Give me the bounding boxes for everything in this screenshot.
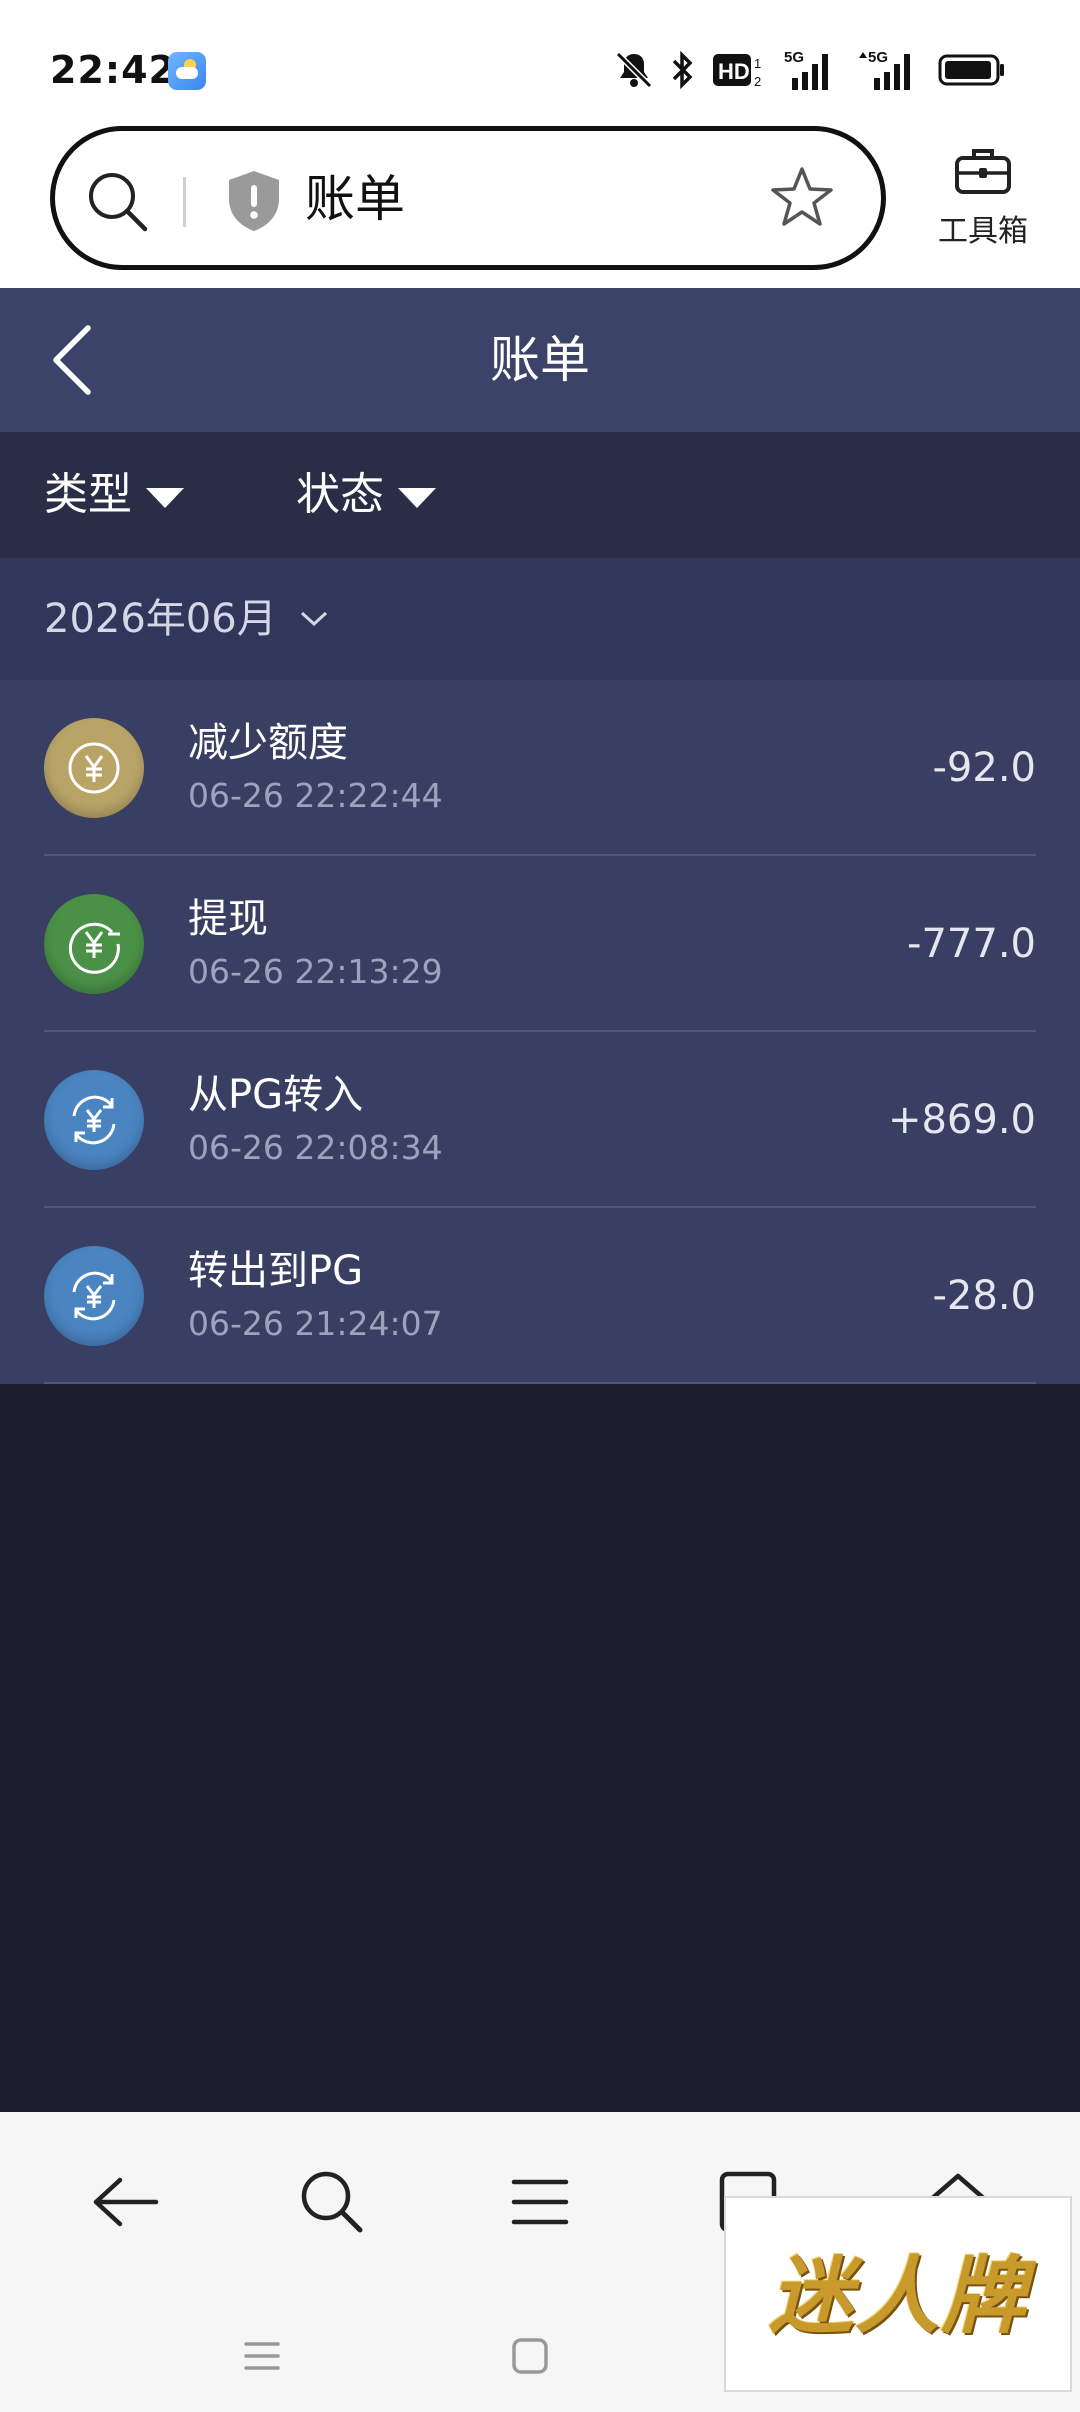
status-bar: 22:42 HD 1 2 5G 5G [0, 0, 1080, 126]
app-header: 账单 [0, 288, 1080, 432]
transaction-row[interactable]: 提现 06-26 22:13:29 -777.0 [0, 856, 1080, 1032]
transaction-row[interactable]: 减少额度 06-26 22:22:44 -92.0 [0, 680, 1080, 856]
yuan-icon [44, 718, 144, 818]
withdraw-icon [44, 894, 144, 994]
svg-text:2: 2 [754, 74, 761, 89]
url-field[interactable]: 账单 [50, 126, 886, 270]
watermark-logo: 迷人牌 [724, 2196, 1072, 2392]
status-icons: HD 1 2 5G 5G [614, 48, 1006, 92]
hd-icon: HD 1 2 [713, 54, 761, 89]
bluetooth-icon [672, 50, 693, 90]
transaction-title: 提现 [188, 896, 268, 942]
transaction-row[interactable]: 从PG转入 06-26 22:08:34 +869.0 [0, 1032, 1080, 1208]
url-text: 账单 [305, 170, 405, 228]
transaction-time: 06-26 22:22:44 [188, 776, 443, 815]
transaction-amount: +869.0 [887, 1097, 1036, 1143]
status-filter[interactable]: 状态 [296, 432, 436, 558]
caret-down-icon [398, 488, 436, 508]
svg-text:5G: 5G [784, 49, 804, 66]
weather-icon [168, 52, 206, 90]
transaction-amount: -92.0 [932, 745, 1037, 791]
system-home-icon[interactable] [508, 2334, 552, 2378]
system-menu-icon[interactable] [240, 2334, 284, 2378]
month-label: 2026年06月 [44, 596, 277, 642]
url-separator [183, 177, 186, 227]
svg-text:1: 1 [754, 56, 761, 71]
transaction-time: 06-26 21:24:07 [188, 1304, 443, 1343]
transaction-title: 转出到PG [188, 1248, 364, 1294]
shield-warning-icon[interactable] [225, 169, 283, 233]
transfer-icon [44, 1070, 144, 1170]
transaction-row[interactable]: 转出到PG 06-26 21:24:07 -28.0 [0, 1208, 1080, 1384]
menu-icon[interactable] [500, 2162, 580, 2242]
search-icon[interactable] [292, 2162, 372, 2242]
back-button[interactable] [48, 322, 108, 398]
toolbox-icon [955, 149, 1011, 194]
transaction-amount: -777.0 [907, 921, 1036, 967]
caret-down-icon [146, 488, 184, 508]
chevron-down-icon [300, 611, 327, 627]
type-filter[interactable]: 类型 [44, 432, 184, 558]
month-selector[interactable]: 2026年06月 [44, 558, 329, 680]
signal-5g-icon: 5G [859, 49, 910, 90]
toolbox-label: 工具箱 [938, 214, 1028, 249]
status-time: 22:42 [50, 48, 176, 92]
signal-5g-icon: 5G [784, 49, 828, 90]
month-bar: 2026年06月 [0, 558, 1080, 680]
transaction-list: 减少额度 06-26 22:22:44 -92.0 提现 06-26 22:13… [0, 680, 1080, 1384]
filter-bar: 类型 状态 [0, 432, 1080, 558]
transaction-title: 减少额度 [188, 720, 348, 766]
page-title: 账单 [490, 331, 590, 389]
browser-address-bar: 账单 工具箱 [0, 126, 1080, 288]
transaction-time: 06-26 22:13:29 [188, 952, 443, 991]
transaction-title: 从PG转入 [188, 1072, 364, 1118]
back-arrow-icon[interactable] [84, 2162, 164, 2242]
toolbox-button[interactable]: 工具箱 [918, 146, 1048, 250]
svg-text:5G: 5G [868, 49, 888, 66]
svg-text:HD: HD [718, 59, 750, 84]
transfer-icon [44, 1246, 144, 1346]
search-icon [89, 173, 148, 232]
status-filter-label: 状态 [296, 469, 384, 520]
watermark-text: 迷人牌 [768, 2246, 1027, 2345]
star-icon[interactable] [769, 165, 835, 231]
transaction-amount: -28.0 [932, 1273, 1037, 1319]
battery-icon [938, 54, 1004, 86]
mute-icon [615, 51, 653, 89]
row-divider [44, 1382, 1036, 1384]
transaction-time: 06-26 22:08:34 [188, 1128, 443, 1167]
type-filter-label: 类型 [44, 469, 132, 520]
